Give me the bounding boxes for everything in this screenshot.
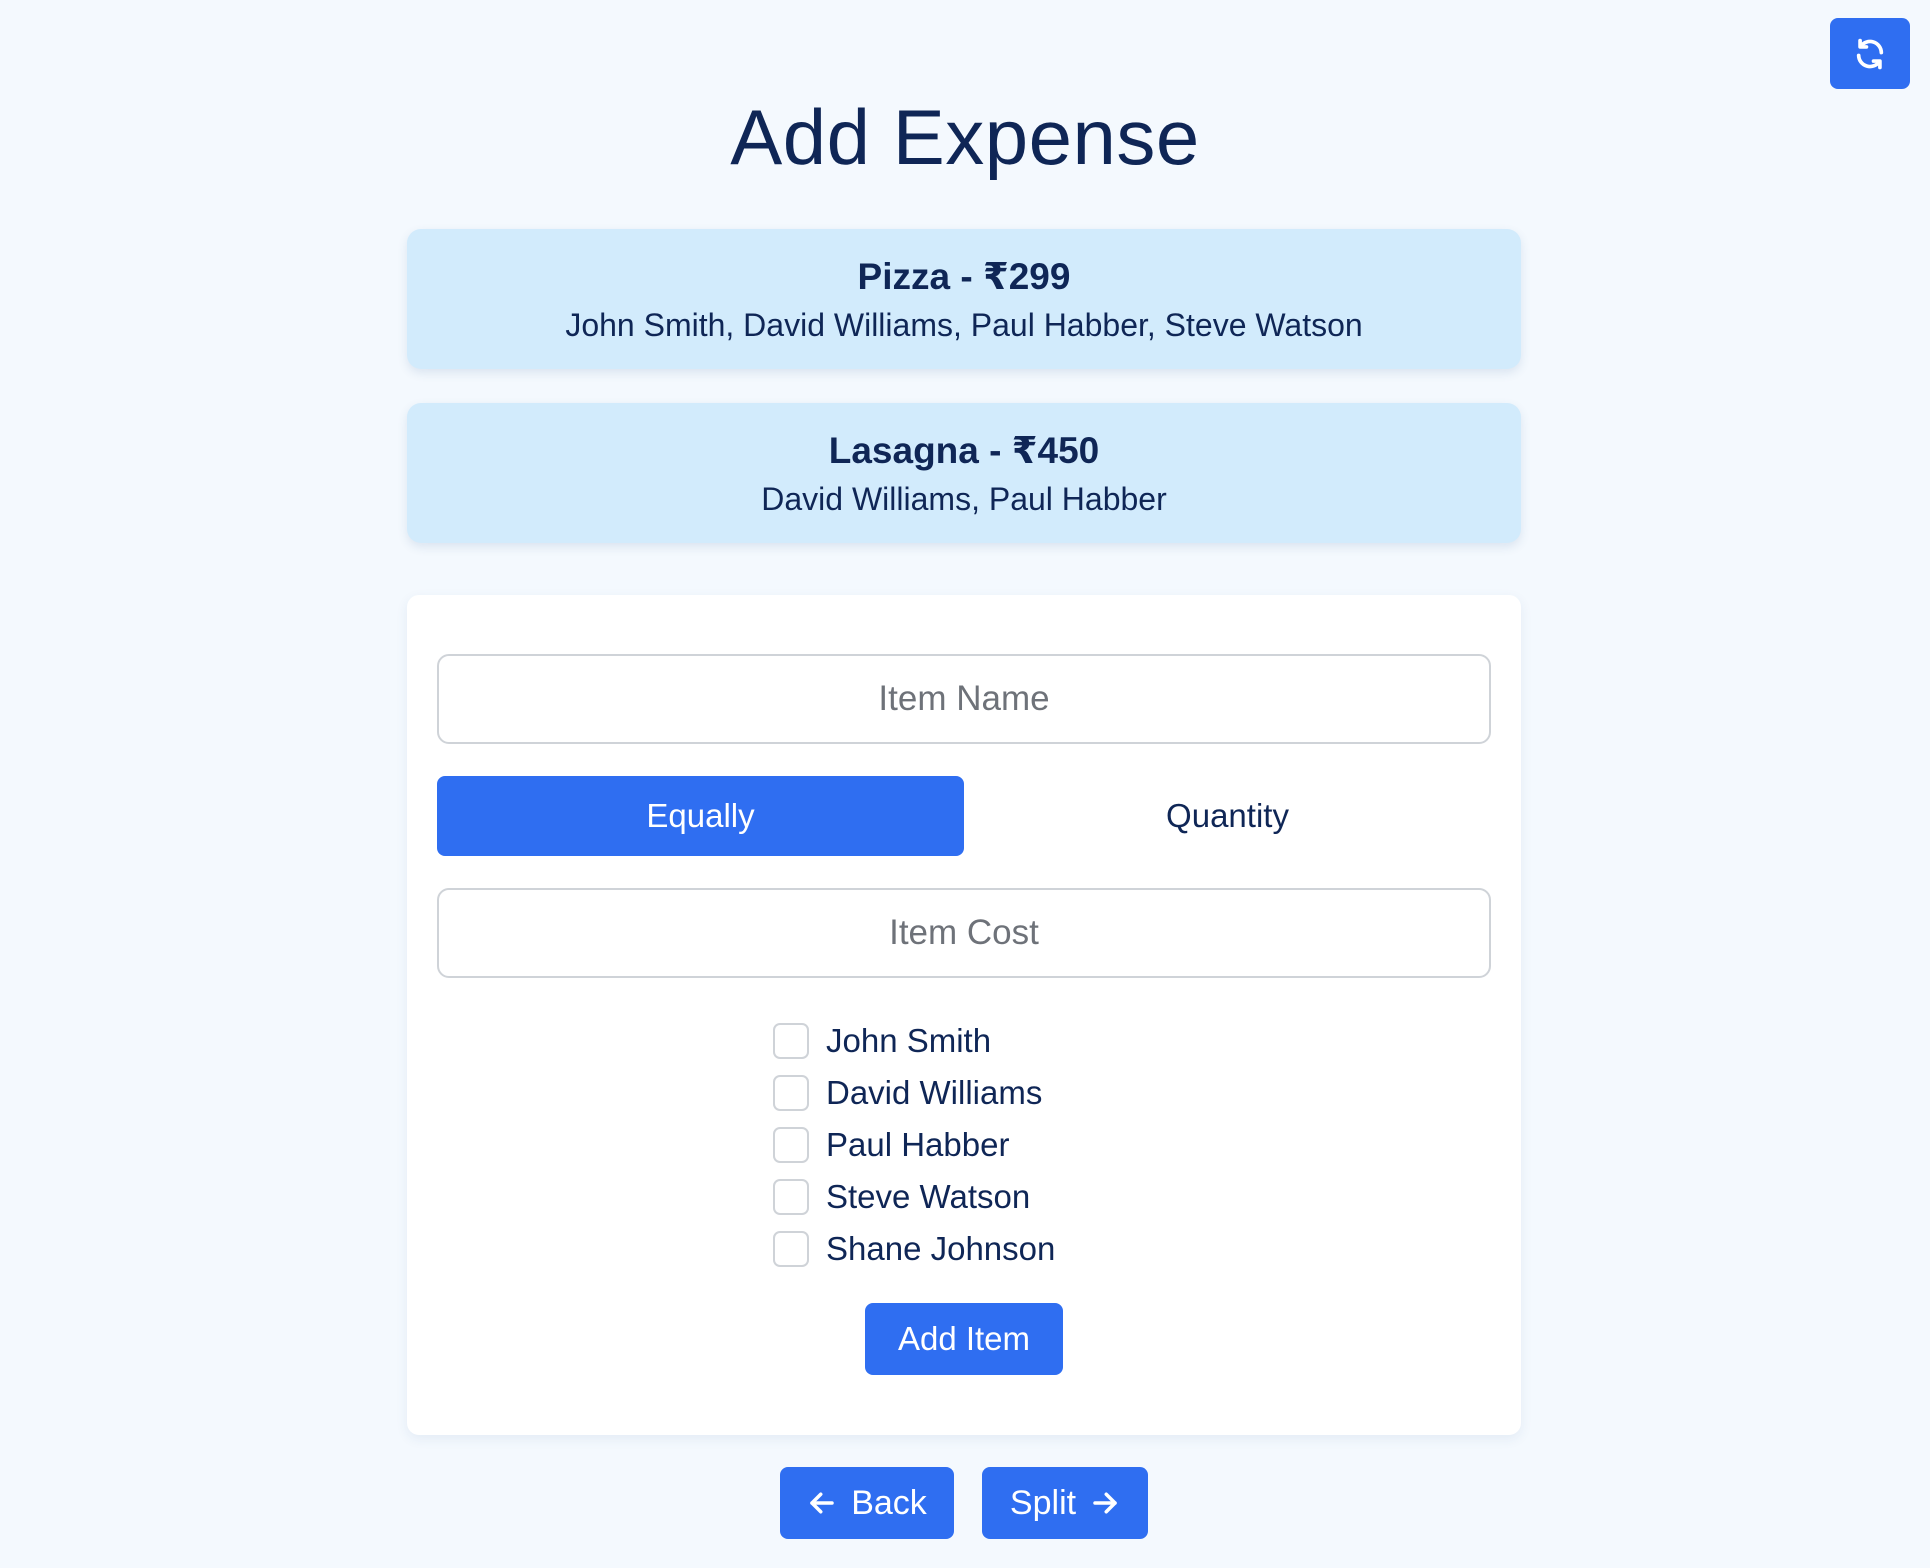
person-checkbox[interactable] [773, 1023, 809, 1059]
split-label: Split [1009, 1483, 1077, 1522]
split-button[interactable]: Split [982, 1467, 1148, 1539]
expense-title: Lasagna - ₹450 [828, 430, 1100, 471]
person-checkbox[interactable] [773, 1127, 809, 1163]
person-checkbox[interactable] [773, 1231, 809, 1267]
refresh-button[interactable] [1830, 18, 1910, 89]
person-option[interactable]: Paul Habber [773, 1119, 1055, 1171]
person-label: Steve Watson [826, 1178, 1031, 1215]
split-mode-toggle: Equally Quantity [437, 776, 1491, 856]
person-label: Shane Johnson [826, 1230, 1056, 1267]
add-expense-page: Add Expense Pizza - ₹299 John Smith, Dav… [0, 0, 1930, 1568]
item-cost-input[interactable] [437, 888, 1491, 978]
expense-people: David Williams, Paul Habber [761, 481, 1167, 517]
person-label: Paul Habber [826, 1126, 1010, 1163]
person-checkbox[interactable] [773, 1075, 809, 1111]
person-option[interactable]: Shane Johnson [773, 1223, 1055, 1275]
expense-title: Pizza - ₹299 [857, 256, 1071, 297]
refresh-icon [1856, 38, 1884, 69]
arrow-right-icon [1093, 1492, 1117, 1514]
back-label: Back [851, 1483, 927, 1522]
add-item-button[interactable]: Add Item [865, 1303, 1063, 1375]
split-equally-button[interactable]: Equally [437, 776, 964, 856]
person-checkbox[interactable] [773, 1179, 809, 1215]
expense-card: Lasagna - ₹450 David Williams, Paul Habb… [407, 403, 1521, 543]
arrow-left-icon [810, 1492, 834, 1514]
item-name-input[interactable] [437, 654, 1491, 744]
expense-people: John Smith, David Williams, Paul Habber,… [565, 307, 1363, 343]
back-button[interactable]: Back [780, 1467, 954, 1539]
person-label: John Smith [826, 1022, 992, 1059]
person-option[interactable]: John Smith [773, 1015, 1055, 1067]
expense-card: Pizza - ₹299 John Smith, David Williams,… [407, 229, 1521, 369]
page-title: Add Expense [730, 93, 1200, 181]
person-label: David Williams [826, 1074, 1043, 1111]
people-checklist: John Smith David Williams Paul Habber St… [773, 1015, 1055, 1275]
split-quantity-button[interactable]: Quantity [964, 776, 1491, 856]
person-option[interactable]: Steve Watson [773, 1171, 1055, 1223]
add-item-form: Equally Quantity John Smith David Willia… [407, 595, 1521, 1435]
person-option[interactable]: David Williams [773, 1067, 1055, 1119]
